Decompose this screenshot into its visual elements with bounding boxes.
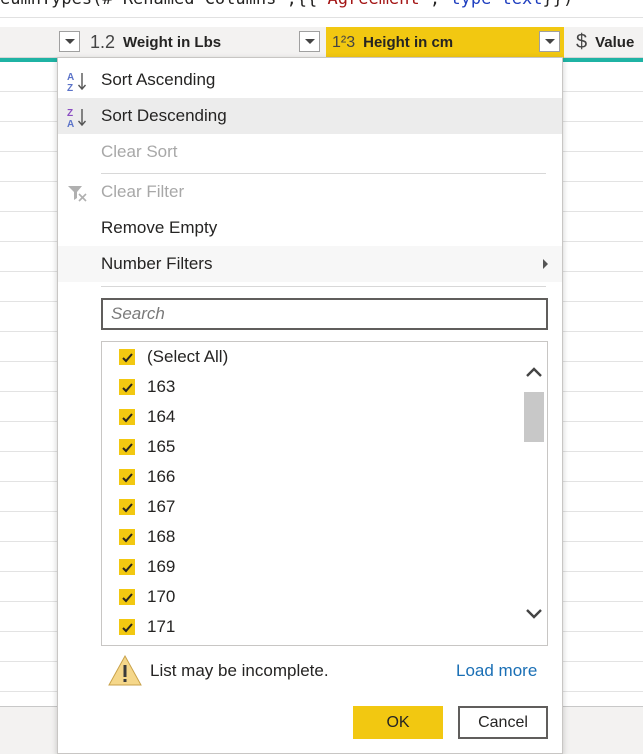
chevron-down-icon[interactable] bbox=[525, 604, 543, 622]
menu-sort-descending[interactable]: Z A Sort Descending bbox=[58, 98, 562, 134]
list-item[interactable]: 167 bbox=[119, 492, 175, 522]
sort-ascending-icon: A Z bbox=[67, 72, 87, 92]
list-item-label: 168 bbox=[147, 527, 176, 546]
menu-remove-empty[interactable]: Remove Empty bbox=[58, 210, 562, 246]
formula-keyword: type text bbox=[450, 0, 542, 9]
list-item-label: 166 bbox=[147, 467, 176, 486]
formula-string: "Agreement" bbox=[317, 0, 430, 9]
list-item[interactable]: 165 bbox=[119, 432, 175, 462]
checkbox[interactable] bbox=[119, 469, 135, 485]
checkbox[interactable] bbox=[119, 439, 135, 455]
dropdown-arrow-icon bbox=[64, 39, 75, 44]
column-label-value: Value bbox=[595, 34, 635, 51]
checkbox[interactable] bbox=[119, 349, 135, 365]
clear-sort-label: Clear Sort bbox=[101, 142, 178, 161]
dropdown-arrow-icon bbox=[544, 39, 555, 44]
list-item-label: 163 bbox=[147, 377, 176, 396]
decimal-type-icon[interactable]: 1.2 bbox=[90, 32, 115, 53]
column-label-weight: Weight in Lbs bbox=[123, 34, 222, 51]
column-filter-menu: A Z Sort Ascending Z A Sort Descending C… bbox=[57, 57, 563, 754]
list-item[interactable]: 166 bbox=[119, 462, 175, 492]
height-filter-button[interactable] bbox=[539, 31, 560, 52]
formula-separator: , bbox=[430, 0, 450, 9]
list-item[interactable]: 163 bbox=[119, 372, 175, 402]
list-item-label: 171 bbox=[147, 617, 176, 636]
checkbox[interactable] bbox=[119, 589, 135, 605]
formula-prefix: eumnTypes(#"Renamed Columns",{{ bbox=[0, 0, 317, 9]
clear-filter-icon bbox=[68, 186, 87, 202]
list-item-select-all[interactable]: (Select All) bbox=[119, 342, 228, 372]
svg-text:A: A bbox=[67, 72, 74, 83]
remove-empty-label: Remove Empty bbox=[101, 218, 218, 237]
currency-type-icon[interactable]: $ bbox=[576, 31, 587, 54]
column-header-weight[interactable]: 1.2 Weight in Lbs bbox=[86, 27, 326, 58]
whole-number-type-icon[interactable]: 1²3 bbox=[332, 34, 355, 52]
chevron-up-icon[interactable] bbox=[525, 364, 543, 382]
warning-text: List may be incomplete. bbox=[150, 661, 329, 680]
svg-text:Z: Z bbox=[67, 83, 73, 92]
checkbox[interactable] bbox=[119, 409, 135, 425]
cancel-button[interactable]: Cancel bbox=[458, 706, 548, 739]
checkbox[interactable] bbox=[119, 559, 135, 575]
sort-descending-label: Sort Descending bbox=[101, 106, 227, 125]
formula-text: eumnTypes(#"Renamed Columns",{{"Agreemen… bbox=[0, 0, 573, 9]
menu-sort-ascending[interactable]: A Z Sort Ascending bbox=[58, 62, 562, 98]
list-item-label: (Select All) bbox=[147, 347, 229, 366]
clear-filter-label: Clear Filter bbox=[101, 182, 185, 201]
formula-suffix: }}) bbox=[542, 0, 573, 9]
weight-filter-button[interactable] bbox=[299, 31, 320, 52]
number-filters-label: Number Filters bbox=[101, 254, 213, 273]
column-header-height[interactable]: 1²3 Height in cm bbox=[326, 27, 564, 58]
list-item-label: 165 bbox=[147, 437, 176, 456]
menu-number-filters[interactable]: Number Filters bbox=[58, 246, 562, 282]
list-item[interactable]: 169 bbox=[119, 552, 175, 582]
checkbox[interactable] bbox=[119, 499, 135, 515]
dropdown-arrow-icon bbox=[304, 39, 315, 44]
column-label-height: Height in cm bbox=[363, 34, 454, 51]
svg-text:Z: Z bbox=[67, 108, 73, 119]
svg-text:A: A bbox=[67, 119, 74, 128]
list-item[interactable]: 164 bbox=[119, 402, 175, 432]
column-filter-button[interactable] bbox=[59, 31, 80, 52]
list-item-label: 170 bbox=[147, 587, 176, 606]
sort-descending-icon: Z A bbox=[67, 108, 87, 128]
list-item[interactable]: 170 bbox=[119, 582, 175, 612]
menu-clear-filter[interactable]: Clear Filter bbox=[58, 174, 562, 210]
column-header-value[interactable]: $ Value bbox=[566, 27, 643, 58]
list-scrollbar[interactable] bbox=[521, 342, 547, 645]
menu-clear-sort[interactable]: Clear Sort bbox=[58, 134, 562, 170]
list-item-label: 169 bbox=[147, 557, 176, 576]
sort-ascending-label: Sort Ascending bbox=[101, 70, 216, 89]
chevron-right-icon bbox=[543, 259, 548, 269]
menu-separator bbox=[101, 286, 546, 287]
list-item-label: 164 bbox=[147, 407, 176, 426]
search-input[interactable] bbox=[101, 298, 548, 330]
checkbox[interactable] bbox=[119, 379, 135, 395]
list-item[interactable]: 171 bbox=[119, 612, 175, 642]
checkbox[interactable] bbox=[119, 529, 135, 545]
list-item[interactable]: 168 bbox=[119, 522, 175, 552]
scroll-thumb[interactable] bbox=[524, 392, 544, 442]
value-list: (Select All) 163 164 165 166 167 168 169… bbox=[101, 341, 548, 646]
load-more-link[interactable]: Load more bbox=[456, 661, 537, 681]
checkbox[interactable] bbox=[119, 619, 135, 635]
warning-icon bbox=[108, 654, 142, 686]
ok-button[interactable]: OK bbox=[353, 706, 443, 739]
list-item-label: 167 bbox=[147, 497, 176, 516]
formula-bar[interactable]: eumnTypes(#"Renamed Columns",{{"Agreemen… bbox=[0, 0, 643, 18]
column-header-row: 1.2 Weight in Lbs 1²3 Height in cm $ Val… bbox=[0, 27, 643, 58]
